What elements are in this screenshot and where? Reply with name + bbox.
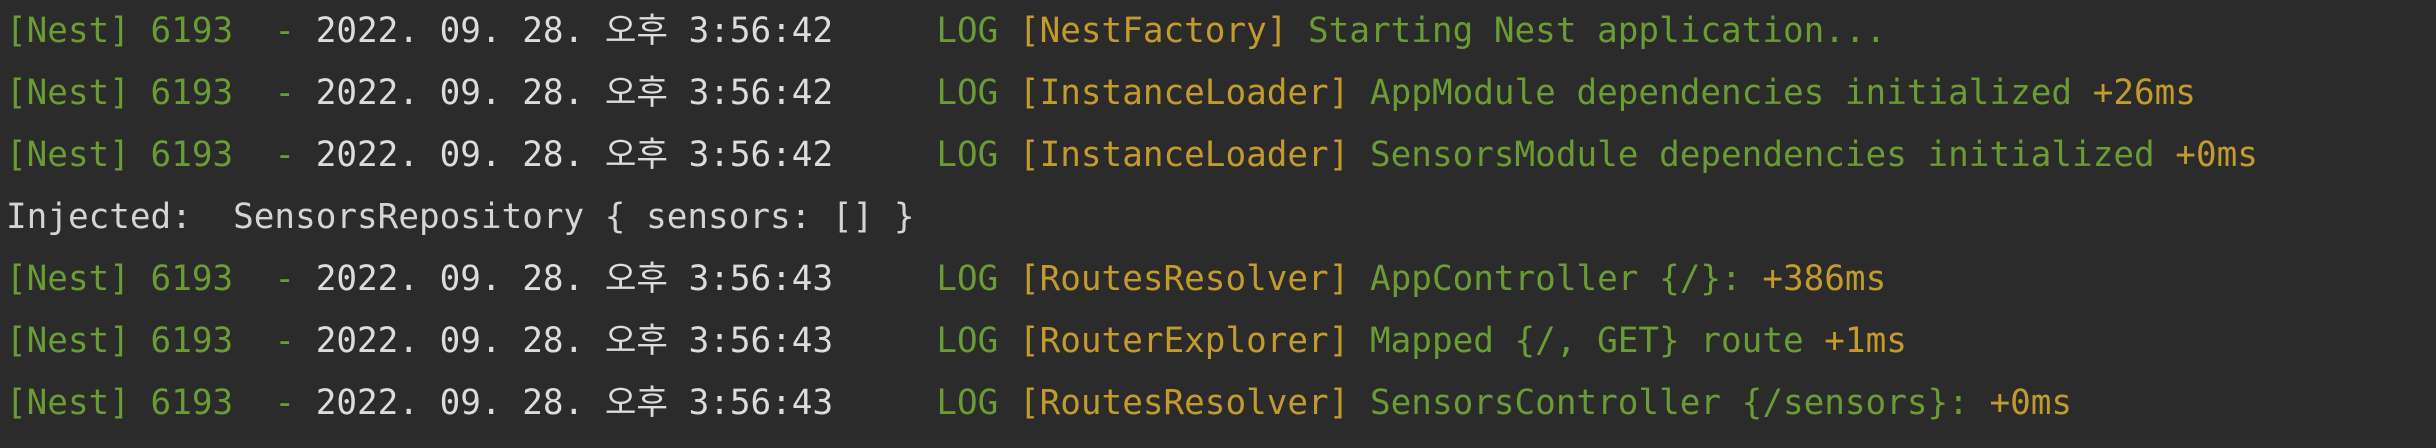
- log-context: [RoutesResolver]: [1018, 259, 1350, 299]
- log-message: Starting Nest application...: [1287, 11, 1887, 51]
- log-context: [InstanceLoader]: [1018, 135, 1350, 175]
- log-context: [NestFactory]: [1018, 11, 1288, 51]
- plain-output-text: Injected: SensorsRepository { sensors: […: [6, 197, 915, 237]
- log-timestamp: 2022. 09. 28. 오후 3:56:43: [315, 383, 834, 423]
- log-message: SensorsController {/sensors}:: [1349, 383, 1969, 423]
- log-prefix: [Nest] 6193 -: [6, 321, 316, 361]
- log-timing: +386ms: [1741, 259, 1887, 299]
- log-timestamp: 2022. 09. 28. 오후 3:56:42: [315, 11, 834, 51]
- log-message: AppController {/}:: [1349, 259, 1742, 299]
- log-level: LOG: [833, 259, 1019, 299]
- log-prefix: [Nest] 6193 -: [6, 383, 316, 423]
- log-timestamp: 2022. 09. 28. 오후 3:56:43: [315, 259, 834, 299]
- log-line: [Nest] 6193 - 2022. 09. 28. 오후 3:56:42 L…: [6, 0, 1886, 62]
- log-line: [Nest] 6193 - 2022. 09. 28. 오후 3:56:42 L…: [6, 62, 2196, 124]
- terminal-console-output: [Nest] 6193 - 2022. 09. 28. 오후 3:56:42 L…: [0, 0, 2436, 448]
- log-context: [RoutesResolver]: [1018, 383, 1350, 423]
- log-timing: +0ms: [1968, 383, 2073, 423]
- log-message: SensorsModule dependencies initialized: [1349, 135, 2155, 175]
- log-line: [Nest] 6193 - 2022. 09. 28. 오후 3:56:43 L…: [6, 248, 1886, 310]
- log-message: Mapped {/, GET} route: [1349, 321, 1804, 361]
- log-timestamp: 2022. 09. 28. 오후 3:56:42: [315, 135, 834, 175]
- log-prefix: [Nest] 6193 -: [6, 259, 316, 299]
- log-context: [InstanceLoader]: [1018, 73, 1350, 113]
- log-timing: +26ms: [2072, 73, 2196, 113]
- log-timestamp: 2022. 09. 28. 오후 3:56:43: [315, 321, 834, 361]
- log-timing: +0ms: [2154, 135, 2258, 175]
- plain-output-line: Injected: SensorsRepository { sensors: […: [6, 186, 915, 248]
- log-context: [RouterExplorer]: [1018, 321, 1350, 361]
- log-line: [Nest] 6193 - 2022. 09. 28. 오후 3:56:43 L…: [6, 372, 2072, 434]
- log-level: LOG: [833, 321, 1019, 361]
- log-line: [Nest] 6193 - 2022. 09. 28. 오후 3:56:43 L…: [6, 310, 1907, 372]
- log-prefix: [Nest] 6193 -: [6, 11, 316, 51]
- log-message: AppModule dependencies initialized: [1349, 73, 2073, 113]
- log-line: [Nest] 6193 - 2022. 09. 28. 오후 3:56:42 L…: [6, 124, 2258, 186]
- log-timing: +1ms: [1803, 321, 1907, 361]
- log-prefix: [Nest] 6193 -: [6, 73, 316, 113]
- log-level: LOG: [833, 383, 1019, 423]
- log-timestamp: 2022. 09. 28. 오후 3:56:42: [315, 73, 834, 113]
- log-level: LOG: [833, 135, 1019, 175]
- log-level: LOG: [833, 73, 1019, 113]
- log-level: LOG: [833, 11, 1019, 51]
- log-prefix: [Nest] 6193 -: [6, 135, 316, 175]
